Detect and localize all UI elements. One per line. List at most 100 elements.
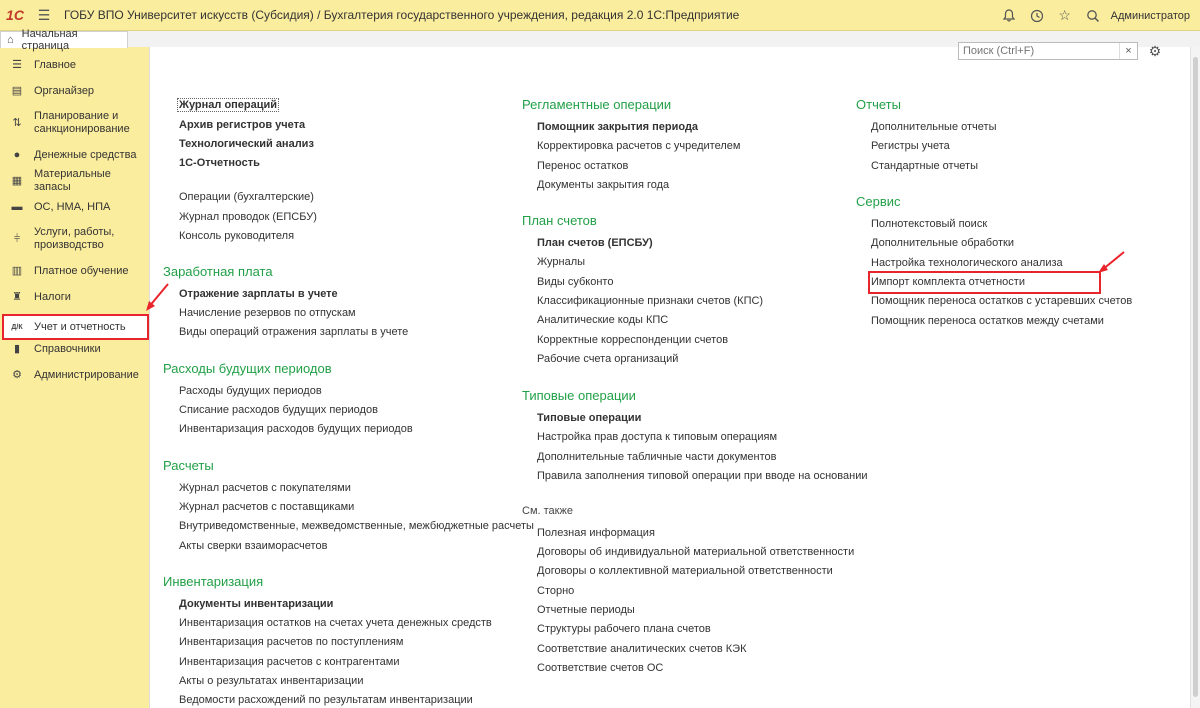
accounting-link[interactable]: Журнал операций [177,98,280,112]
deferred-expenses-link[interactable]: Списание расходов будущих периодов [179,404,378,416]
inventory-link[interactable]: Акты о результатах инвентаризации [179,675,363,687]
see-also-link[interactable]: Сторно [537,585,574,597]
reports-link[interactable]: Регистры учета [871,140,950,152]
sidebar-item-6[interactable]: ▬ ОС, НМА, НПА [0,200,150,214]
chart-of-accounts-link[interactable]: Виды субконто [537,276,613,288]
scroll-thumb[interactable] [1193,57,1198,697]
see-also-link[interactable]: Договоры об индивидуальной материальной … [537,546,854,558]
coin-icon: ● [13,148,21,161]
sidebar-item-label: Главное [34,58,77,71]
inventory-link[interactable]: Инвентаризация расчетов по поступлениям [179,636,403,648]
chart-of-accounts-link[interactable]: Журналы [537,256,585,268]
regular-operations-link[interactable]: Корректировка расчетов с учредителем [537,140,740,152]
scrollbar[interactable] [1190,47,1200,708]
typical-operations-link[interactable]: Настройка прав доступа к типовым операци… [537,431,777,443]
menu-icon[interactable]: ☰ [30,0,58,31]
service-link[interactable]: Дополнительные обработки [871,237,1014,249]
deferred-expenses-link[interactable]: Расходы будущих периодов [179,385,322,397]
accounting-link[interactable]: 1С-Отчетность [179,157,260,169]
app-title: ГОБУ ВПО Университет искусств (Субсидия)… [64,8,740,22]
regular-operations-link[interactable]: Перенос остатков [537,160,628,172]
service-link[interactable]: Помощник переноса остатков между счетами [871,315,1104,327]
salary-link[interactable]: Отражение зарплаты в учете [179,288,338,300]
regular-operations-link[interactable]: Документы закрытия года [537,179,669,191]
chart-of-accounts-link[interactable]: Аналитические коды КПС [537,314,668,326]
inventory-link[interactable]: Ведомости расхождений по результатам инв… [179,694,473,706]
inventory-link[interactable]: Документы инвентаризации [179,598,333,610]
typical-operations-link[interactable]: Правила заполнения типовой операции при … [537,470,868,482]
settlements-link[interactable]: Журнал расчетов с покупателями [179,482,351,494]
reports-heading: Отчеты [856,97,901,112]
sidebar-item-label: Учет и отчетность [34,320,126,333]
sidebar-item-label: Органайзер [34,84,95,97]
star-icon[interactable]: ☆ [1051,0,1079,31]
inventory-link[interactable]: Инвентаризация расчетов с контрагентами [179,656,400,668]
accounting-link[interactable]: Технологический анализ [179,138,314,150]
sidebar-item-3[interactable]: ⇅ Планирование и санкционирование [0,110,150,136]
accounting-link[interactable]: Журнал проводок (ЕПСБУ) [179,211,317,223]
service-link[interactable]: Полнотекстовый поиск [871,218,987,230]
service-link[interactable]: Настройка технологического анализа [871,257,1063,269]
sidebar-item-label: Планирование и санкционирование [34,110,130,135]
search-icon[interactable] [1079,0,1107,31]
tools-icon: ⫩ [13,232,21,245]
inventory-link[interactable]: Инвентаризация остатков на счетах учета … [179,617,492,629]
settlements-link[interactable]: Журнал расчетов с поставщиками [179,501,354,513]
books-icon: ▮ [13,342,21,355]
sidebar-item-label: ОС, НМА, НПА [34,200,111,213]
accounting-link[interactable]: Консоль руководителя [179,230,294,242]
chart-of-accounts-link[interactable]: Корректные корреспонденции счетов [537,334,728,346]
reports-link[interactable]: Стандартные отчеты [871,160,978,172]
deferred-expenses-link[interactable]: Инвентаризация расходов будущих периодов [179,423,413,435]
eagle-icon: ♜ [12,290,22,303]
chart-of-accounts-link[interactable]: Классификационные признаки счетов (КПС) [537,295,763,307]
settlements-link[interactable]: Акты сверки взаиморасчетов [179,540,327,552]
sidebar-item-12[interactable]: ⚙ Администрирование [0,368,150,382]
search-input[interactable] [959,43,1119,59]
typical-operations-link[interactable]: Типовые операции [537,412,641,424]
sidebar-item-label: Администрирование [34,368,139,381]
reports-link[interactable]: Дополнительные отчеты [871,121,996,133]
sidebar-item-5[interactable]: ▦ Материальные запасы [0,168,150,193]
search-clear-button[interactable]: × [1119,43,1137,59]
sidebar-item-10[interactable]: Д/К Учет и отчетность [2,314,149,340]
accounting-link[interactable]: Операции (бухгалтерские) [179,191,314,203]
sidebar-item-label: Услуги, работы, производство [34,226,115,251]
see-also-link[interactable]: Соответствие счетов ОС [537,662,663,674]
sidebar-item-8[interactable]: ▥ Платное обучение [0,264,150,278]
typical-operations-link[interactable]: Дополнительные табличные части документо… [537,451,777,463]
see-also-link[interactable]: Соответствие аналитических счетов КЭК [537,643,747,655]
chart-of-accounts-link[interactable]: План счетов (ЕПСБУ) [537,237,653,249]
grid-icon: ▦ [11,174,23,187]
sidebar-item-11[interactable]: ▮ Справочники [0,342,150,356]
building-icon: ▥ [11,264,23,277]
see-also-link[interactable]: Отчетные периоды [537,604,635,616]
sidebar-item-4[interactable]: ● Денежные средства [0,148,150,162]
sidebar-item-9[interactable]: ♜ Налоги [0,290,150,304]
history-icon[interactable] [1023,0,1051,31]
salary-link[interactable]: Начисление резервов по отпускам [179,307,356,319]
service-link[interactable]: Помощник переноса остатков с устаревших … [871,295,1132,307]
service-link[interactable]: Импорт комплекта отчетности [871,276,1025,288]
salary-link[interactable]: Виды операций отражения зарплаты в учете [179,326,408,338]
inventory-heading: Инвентаризация [163,574,264,589]
sidebar-item-label: Справочники [34,342,101,355]
gear-icon: ⚙ [12,368,22,381]
search-box[interactable]: × [958,42,1138,60]
see-also-link[interactable]: Структуры рабочего плана счетов [537,623,711,635]
settlements-link[interactable]: Внутриведомственные, межведомственные, м… [179,520,534,532]
user-name[interactable]: Администратор [1111,10,1190,22]
tab-home-label: Начальная страница [21,28,78,52]
see-also-link[interactable]: Договоры о коллективной материальной отв… [537,565,833,577]
sidebar-item-1[interactable]: ☰ Главное [0,58,150,72]
settings-gear-icon[interactable]: ⚙ [1146,42,1164,60]
sidebar-item-2[interactable]: ▤ Органайзер [0,84,150,98]
see-also-link[interactable]: Полезная информация [537,527,655,539]
chart-of-accounts-link[interactable]: Рабочие счета организаций [537,353,678,365]
accounting-link[interactable]: Архив регистров учета [179,119,305,131]
sidebar-item-7[interactable]: ⫩ Услуги, работы, производство [0,226,150,252]
service-heading: Сервис [856,194,901,209]
bell-icon[interactable] [995,0,1023,31]
regular-operations-link[interactable]: Помощник закрытия периода [537,121,698,133]
tab-home[interactable]: ⌂ Начальная страница [0,28,128,52]
